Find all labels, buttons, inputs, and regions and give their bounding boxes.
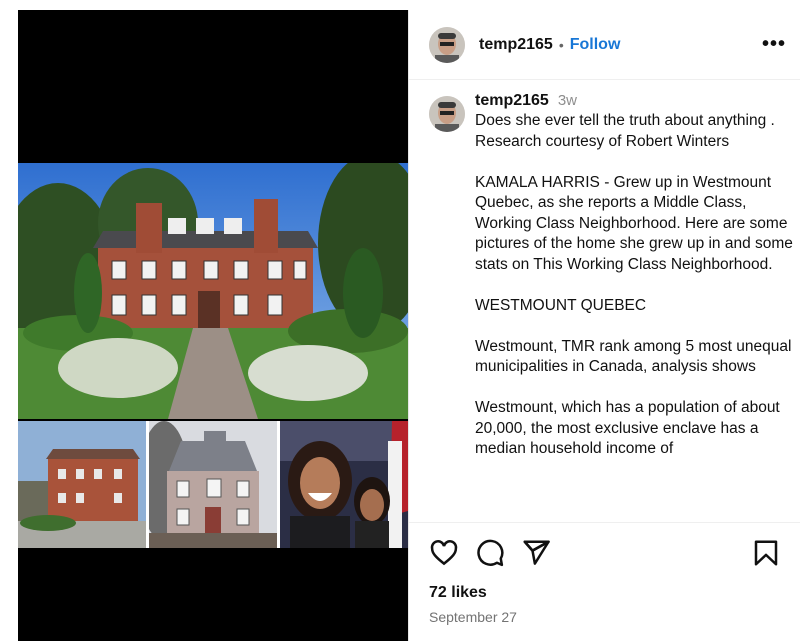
likes-count[interactable]: 72 likes	[429, 584, 781, 602]
caption-text: Does she ever tell the truth about anyth…	[475, 112, 793, 457]
post-header: temp2165 • Follow •••	[409, 10, 800, 80]
paper-plane-icon[interactable]	[521, 538, 551, 568]
more-options-icon[interactable]: •••	[762, 33, 786, 56]
post-date: September 27	[429, 609, 517, 625]
smiling-women-photo	[280, 421, 408, 548]
follow-button[interactable]: Follow	[570, 36, 621, 54]
brick-house-photo	[18, 163, 408, 419]
heart-icon[interactable]	[429, 538, 459, 568]
username[interactable]: temp2165	[479, 36, 553, 54]
house-thumbnail-1	[18, 421, 146, 548]
caption-username[interactable]: temp2165	[475, 92, 549, 110]
caption-section: temp2165 3w Does she ever tell the truth…	[409, 92, 800, 525]
house-thumbnail-2	[149, 421, 277, 548]
caption-avatar[interactable]	[429, 96, 465, 132]
action-bar: 72 likes September 27	[409, 522, 800, 641]
post-media[interactable]	[18, 10, 408, 641]
post-panel: temp2165 • Follow ••• temp2165 3w Does s…	[408, 10, 800, 641]
bookmark-icon[interactable]	[751, 538, 781, 568]
avatar[interactable]	[429, 26, 465, 63]
comment-icon[interactable]	[475, 538, 505, 568]
separator-dot: •	[558, 36, 564, 53]
post-time[interactable]: 3w	[558, 92, 577, 109]
